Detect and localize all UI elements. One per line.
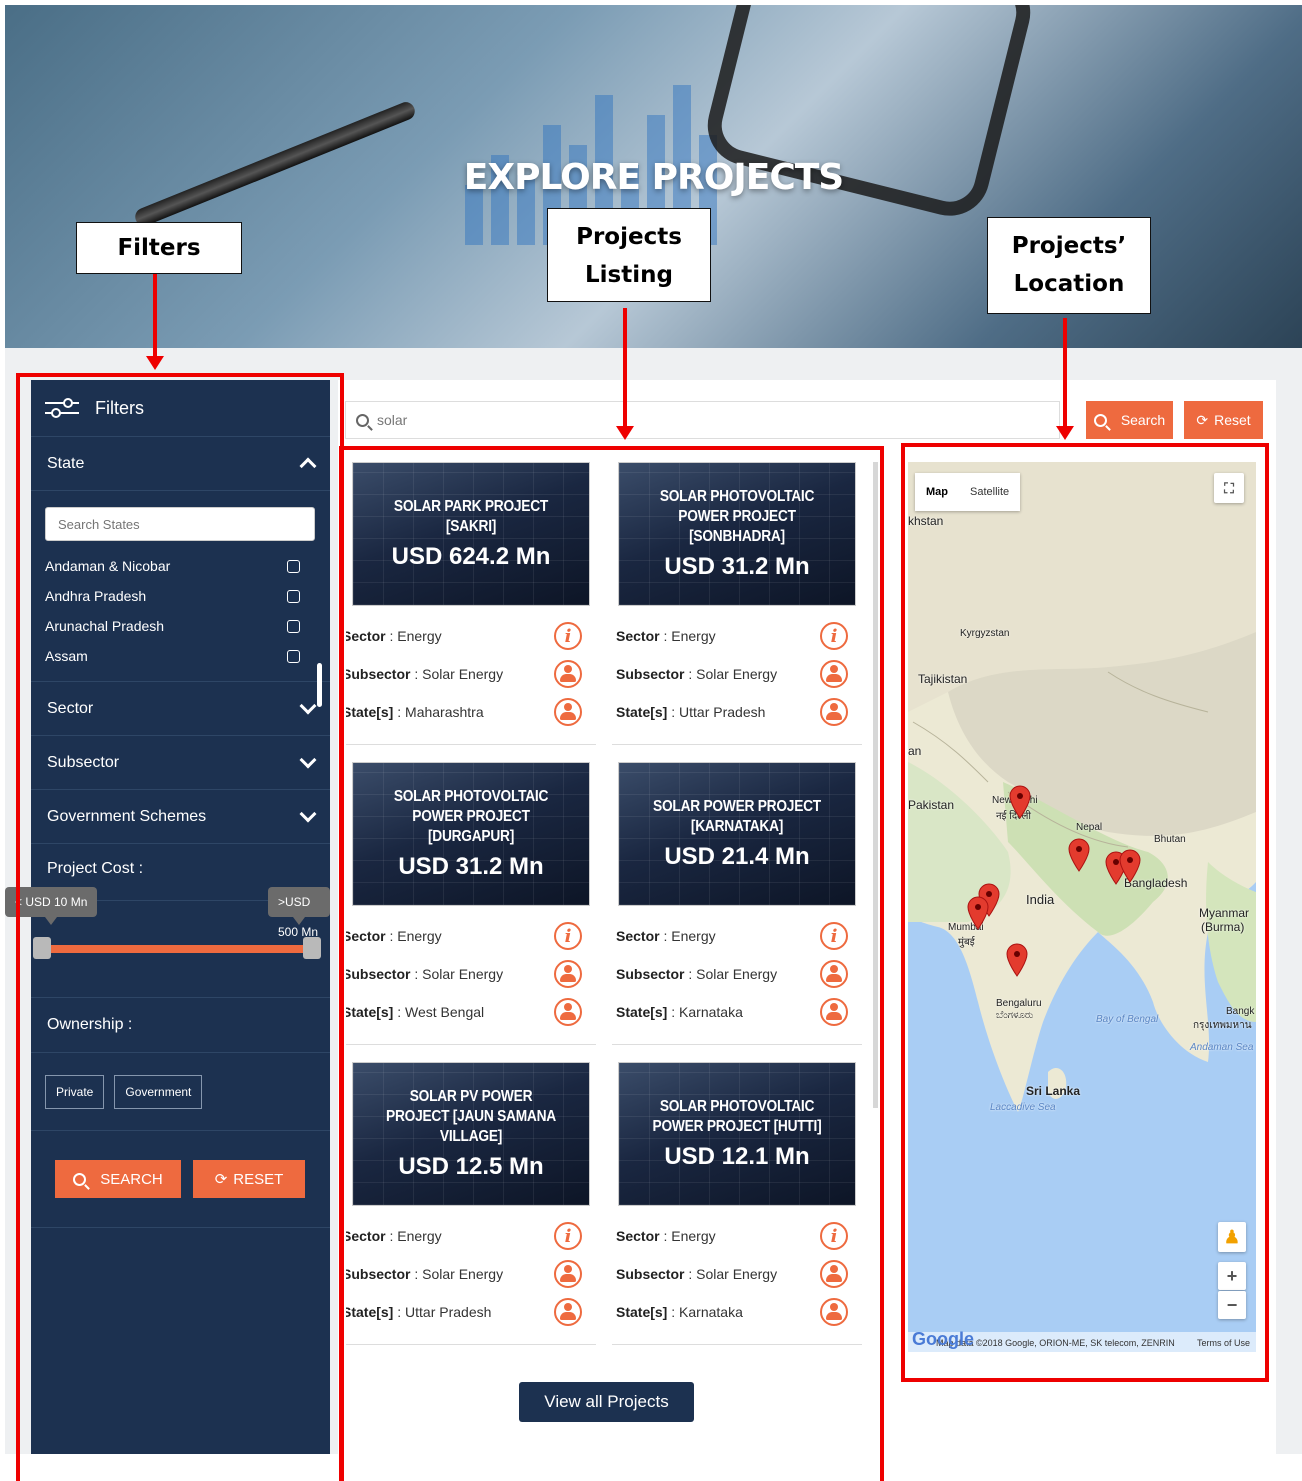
- listing-callout-line2: Listing: [585, 262, 673, 288]
- page-title: EXPLORE PROJECTS: [463, 157, 844, 198]
- location-arrowhead: [1056, 426, 1074, 440]
- listing-highlight-box: [339, 446, 884, 1481]
- listing-callout: Projects Listing: [547, 208, 711, 302]
- listing-arrowhead: [616, 426, 634, 440]
- filters-arrow: [153, 274, 157, 356]
- filters-arrowhead: [146, 356, 164, 370]
- reset-button[interactable]: ⟳ Reset: [1184, 401, 1263, 439]
- project-search-input[interactable]: solar: [345, 401, 1060, 439]
- search-button[interactable]: Search: [1086, 401, 1173, 439]
- location-arrow: [1063, 318, 1067, 426]
- search-icon: [356, 413, 369, 427]
- listing-arrow: [623, 308, 627, 426]
- location-callout-line2: Location: [1013, 271, 1125, 297]
- refresh-icon: ⟳: [1196, 411, 1209, 428]
- location-callout-line1: Projects’: [1011, 233, 1127, 259]
- location-highlight-box: [901, 443, 1269, 1382]
- filters-callout: Filters: [76, 222, 242, 274]
- location-callout: Projects’ Location: [987, 217, 1151, 314]
- reset-button-label: Reset: [1214, 412, 1251, 428]
- project-search-value: solar: [377, 412, 408, 428]
- filters-callout-text: Filters: [117, 235, 201, 261]
- search-icon: [1093, 413, 1107, 427]
- listing-callout-line1: Projects: [576, 224, 682, 250]
- search-button-label: Search: [1120, 412, 1166, 428]
- filters-highlight-box: [16, 373, 344, 1481]
